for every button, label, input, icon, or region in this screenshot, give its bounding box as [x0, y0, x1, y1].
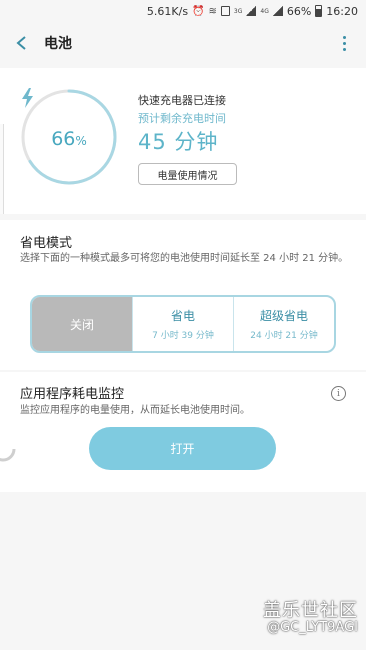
wifi-icon: ≋: [208, 5, 217, 17]
back-arrow-icon: [16, 36, 26, 50]
charger-status: 快速充电器已连接: [138, 94, 226, 107]
page-title: 电池: [44, 36, 72, 52]
battery-percentage: 66%: [51, 128, 87, 150]
signal-icon: [246, 6, 257, 16]
app-monitor-description: 监控应用程序的电量使用，从而延长电池使用时间。: [20, 405, 250, 416]
alarm-icon: ⏰: [192, 5, 205, 17]
remaining-time-label: 预计剩余充电时间: [138, 112, 226, 125]
app-bar: 电池: [0, 22, 366, 64]
mode-option-off[interactable]: 关闭: [32, 297, 133, 351]
mode-option-duration: 7 小时 39 分钟: [152, 331, 214, 341]
battery-icon: [315, 5, 323, 17]
mode-option-label: 关闭: [69, 317, 94, 332]
watermark-site: 盖乐世社区: [263, 600, 358, 621]
battery-summary-card: 66% 快速充电器已连接 预计剩余充电时间 45 分钟 电量使用情况: [0, 68, 366, 214]
power-mode-description: 选择下面的一种模式最多可将您的电池使用时间延长至 24 小时 21 分钟。: [20, 253, 349, 264]
edge-handle[interactable]: [0, 124, 4, 214]
loading-spinner-icon: [0, 436, 16, 462]
watermark-user: @GC_LYT9AGI: [267, 620, 358, 635]
signal-icon-2: [272, 6, 283, 16]
network-speed: 5.61K/s: [146, 4, 189, 18]
battery-usage-button[interactable]: 电量使用情况: [138, 163, 237, 185]
charging-bolt-icon: [22, 88, 33, 108]
power-mode-selector: 关闭 省电 7 小时 39 分钟 超级省电 24 小时 21 分钟: [30, 295, 336, 353]
mode-option-ultra-saving[interactable]: 超级省电 24 小时 21 分钟: [234, 297, 334, 351]
nfc-icon: [220, 6, 230, 16]
info-icon[interactable]: i: [331, 386, 346, 401]
app-monitor-title: 应用程序耗电监控: [20, 387, 125, 402]
more-options-button[interactable]: [334, 32, 354, 54]
mode-option-label: 超级省电: [259, 309, 308, 323]
back-button[interactable]: [0, 22, 44, 64]
more-dots-icon: [342, 35, 346, 39]
battery-percent: 66%: [286, 4, 312, 18]
power-saving-card: 省电模式 选择下面的一种模式最多可将您的电池使用时间延长至 24 小时 21 分…: [0, 220, 366, 370]
remaining-time-value: 45 分钟: [138, 130, 219, 154]
battery-ring: 66%: [20, 88, 118, 186]
clock: 16:20: [326, 4, 358, 18]
network-type-b: 4G: [260, 7, 269, 15]
enable-monitor-button[interactable]: 打开: [89, 427, 276, 470]
network-type-a: 3G: [233, 7, 243, 15]
mode-option-label: 省电: [170, 309, 195, 323]
mode-option-saving[interactable]: 省电 7 小时 39 分钟: [133, 297, 234, 351]
mode-option-duration: 24 小时 21 分钟: [250, 331, 318, 341]
power-mode-title: 省电模式: [20, 236, 73, 251]
app-power-monitor-card: 应用程序耗电监控 监控应用程序的电量使用，从而延长电池使用时间。 i 打开: [0, 372, 366, 492]
status-bar: 5.61K/s ⏰ ≋ 3G 4G 66% 16:20: [0, 0, 366, 22]
